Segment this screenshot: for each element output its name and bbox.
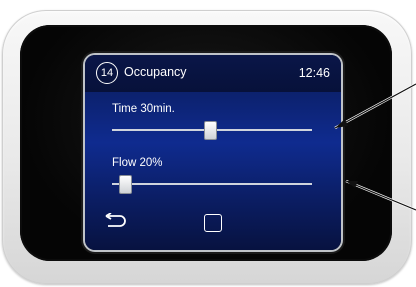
annotation-pointers (334, 82, 416, 212)
pointer-arrowhead-upper (335, 119, 348, 128)
pointer-line-lower (345, 180, 416, 211)
pointer-line-upper (334, 83, 416, 129)
pointer-arrowhead-lower (346, 181, 358, 188)
